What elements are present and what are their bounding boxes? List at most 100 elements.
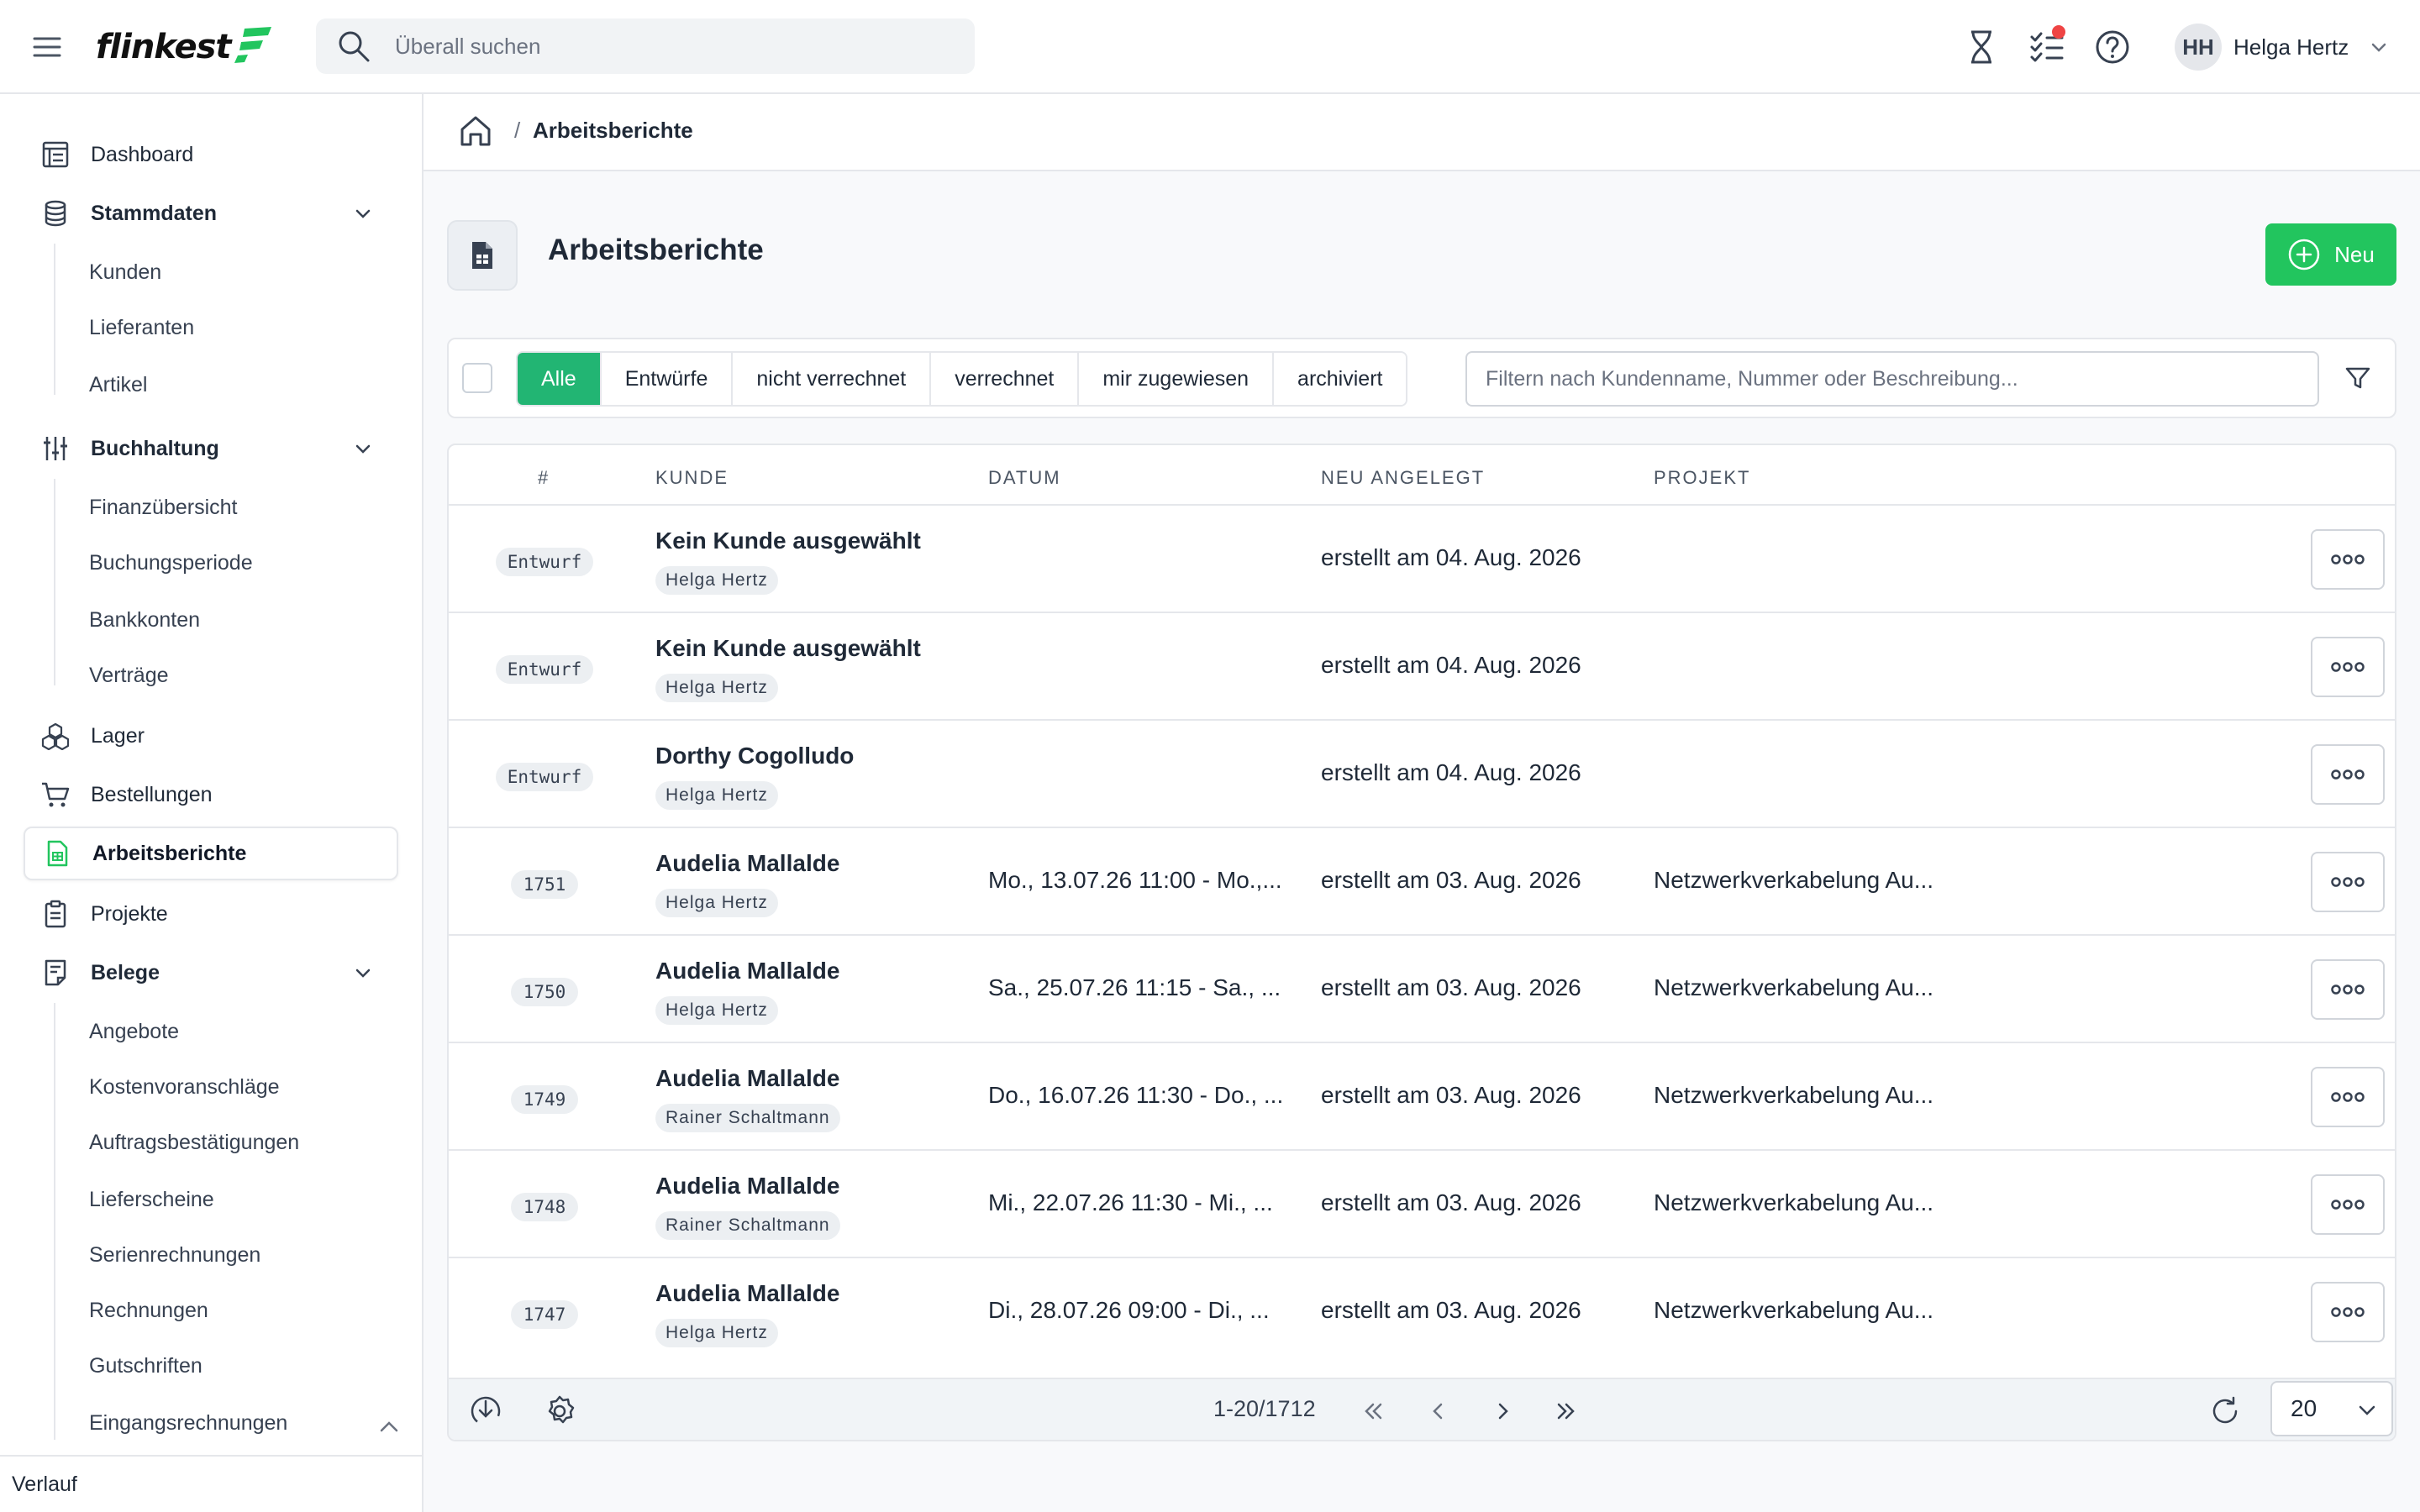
sidebar-item-lager[interactable]: Lager: [24, 709, 398, 763]
previous-page-icon[interactable]: [1427, 1399, 1450, 1423]
page-title: Arbeitsberichte: [548, 234, 764, 266]
tab-alle[interactable]: Alle: [518, 353, 602, 405]
table-row[interactable]: 1751 Audelia Mallalde Helga Hertz Mo., 1…: [449, 828, 2395, 936]
filter-funnel-icon[interactable]: [2343, 363, 2373, 393]
sidebar-item-arbeitsberichte[interactable]: Arbeitsberichte: [24, 827, 398, 880]
hamburger-menu-icon[interactable]: [30, 30, 64, 64]
sidebar-item-kostenvoranschlaege[interactable]: Kostenvoranschläge: [89, 1063, 280, 1110]
last-page-icon[interactable]: [1555, 1399, 1578, 1423]
sidebar-item-stammdaten[interactable]: Stammdaten: [24, 186, 398, 240]
table-row[interactable]: 1748 Audelia Mallalde Rainer Schaltmann …: [449, 1151, 2395, 1258]
sidebar-item-bestellungen[interactable]: Bestellungen: [24, 768, 398, 822]
tab-entwuerfe[interactable]: Entwürfe: [601, 353, 734, 405]
assignee-tag: Helga Hertz: [655, 889, 778, 917]
sidebar-item-label: Belege: [91, 960, 160, 984]
row-actions-button[interactable]: [2311, 1282, 2385, 1342]
date-range: Mo., 13.07.26 11:00 - Mo.,...: [988, 867, 1282, 893]
filter-search-input[interactable]: [1465, 351, 2319, 407]
column-header-neu-angelegt[interactable]: NEU ANGELEGT: [1321, 467, 1485, 489]
table-header: # KUNDE DATUM NEU ANGELEGT PROJEKT: [449, 445, 2395, 506]
help-icon[interactable]: [2092, 27, 2133, 67]
row-actions-button[interactable]: [2311, 637, 2385, 697]
column-header-number[interactable]: #: [538, 467, 550, 489]
new-button[interactable]: Neu: [2265, 223, 2396, 286]
global-search-input[interactable]: [393, 32, 939, 60]
report-number-badge: 1748: [511, 1193, 578, 1221]
tab-mir-zugewiesen[interactable]: mir zugewiesen: [1079, 353, 1275, 405]
assignee-tag: Helga Hertz: [655, 781, 778, 810]
sidebar-item-bankkonten[interactable]: Bankkonten: [89, 596, 200, 643]
next-page-icon[interactable]: [1491, 1399, 1514, 1423]
sidebar-item-dashboard[interactable]: Dashboard: [24, 128, 398, 181]
home-icon[interactable]: [457, 113, 497, 153]
sidebar-item-belege[interactable]: Belege: [24, 946, 398, 1000]
table-row[interactable]: 1747 Audelia Mallalde Helga Hertz Di., 2…: [449, 1258, 2395, 1366]
sidebar-item-lieferscheine[interactable]: Lieferscheine: [89, 1176, 214, 1223]
sidebar-item-kunden[interactable]: Kunden: [89, 249, 161, 296]
tab-verrechnet[interactable]: verrechnet: [931, 353, 1080, 405]
sidebar-item-gutschriften[interactable]: Gutschriften: [89, 1342, 203, 1389]
more-horizontal-icon: [2331, 1200, 2365, 1210]
row-actions-button[interactable]: [2311, 1067, 2385, 1127]
row-actions-button[interactable]: [2311, 529, 2385, 590]
sidebar-item-rechnungen[interactable]: Rechnungen: [89, 1287, 208, 1334]
sidebar-item-projekte[interactable]: Projekte: [24, 887, 398, 941]
table-row[interactable]: Entwurf Kein Kunde ausgewählt Helga Hert…: [449, 613, 2395, 721]
assignee-tag: Rainer Schaltmann: [655, 1211, 840, 1240]
first-page-icon[interactable]: [1361, 1399, 1385, 1423]
logo-mark-icon: [233, 24, 275, 66]
sidebar-item-serienrechnungen[interactable]: Serienrechnungen: [89, 1231, 260, 1278]
date-range: Mi., 22.07.26 11:30 - Mi., ...: [988, 1189, 1273, 1215]
row-actions-button[interactable]: [2311, 1174, 2385, 1235]
sidebar-item-vertraege[interactable]: Verträge: [89, 652, 169, 699]
assignee-tag: Rainer Schaltmann: [655, 1104, 840, 1132]
settings-gear-icon[interactable]: [543, 1394, 576, 1428]
refresh-icon[interactable]: [2208, 1394, 2242, 1428]
row-actions-button[interactable]: [2311, 959, 2385, 1020]
page-size-value: 20: [2291, 1395, 2317, 1421]
date-range: Sa., 25.07.26 11:15 - Sa., ...: [988, 974, 1281, 1000]
table-row[interactable]: 1750 Audelia Mallalde Helga Hertz Sa., 2…: [449, 936, 2395, 1043]
history-panel-toggle[interactable]: Verlauf: [0, 1455, 422, 1512]
row-actions-button[interactable]: [2311, 744, 2385, 805]
tab-nicht-verrechnet[interactable]: nicht verrechnet: [733, 353, 932, 405]
sidebar-item-buchungsperiode[interactable]: Buchungsperiode: [89, 539, 253, 586]
flinkest-logo[interactable]: flinkest: [96, 24, 275, 71]
sidebar: Dashboard Stammdaten Kunden Lieferanten …: [0, 94, 424, 1512]
chevron-up-icon[interactable]: [376, 1415, 402, 1440]
column-header-kunde[interactable]: KUNDE: [655, 467, 729, 489]
download-icon[interactable]: [469, 1394, 502, 1428]
row-actions-button[interactable]: [2311, 852, 2385, 912]
hourglass-icon[interactable]: [1961, 27, 2002, 67]
more-horizontal-icon: [2331, 769, 2365, 780]
sidebar-item-artikel[interactable]: Artikel: [89, 361, 147, 408]
dashboard-icon: [39, 138, 72, 171]
customer-name: Audelia Mallalde: [655, 850, 840, 876]
page-size-select[interactable]: 20: [2270, 1381, 2393, 1436]
table-row[interactable]: 1749 Audelia Mallalde Rainer Schaltmann …: [449, 1043, 2395, 1151]
sidebar-item-label: Stammdaten: [91, 201, 218, 225]
sidebar-item-lieferanten[interactable]: Lieferanten: [89, 304, 194, 351]
sidebar-item-label: Lager: [91, 723, 145, 748]
select-all-checkbox[interactable]: [462, 363, 492, 393]
created-date: erstellt am 04. Aug. 2026: [1321, 759, 1581, 785]
table-row[interactable]: Entwurf Kein Kunde ausgewählt Helga Hert…: [449, 506, 2395, 613]
reports-table: # KUNDE DATUM NEU ANGELEGT PROJEKT Entwu…: [447, 444, 2396, 1441]
sidebar-item-finanzuebersicht[interactable]: Finanzübersicht: [89, 484, 237, 531]
customer-name: Kein Kunde ausgewählt: [655, 528, 921, 554]
column-header-datum[interactable]: DATUM: [988, 467, 1061, 489]
tasks-icon[interactable]: [2027, 25, 2067, 67]
sliders-icon: [39, 432, 72, 465]
chevron-down-icon: [355, 444, 371, 454]
table-row[interactable]: Entwurf Dorthy Cogolludo Helga Hertz ers…: [449, 721, 2395, 828]
more-horizontal-icon: [2331, 984, 2365, 995]
sidebar-item-eingangsrechnungen[interactable]: Eingangsrechnungen: [89, 1399, 287, 1446]
sidebar-item-auftragsbestaetigungen[interactable]: Auftragsbestätigungen: [89, 1119, 299, 1166]
global-search[interactable]: [316, 18, 975, 74]
column-header-projekt[interactable]: PROJEKT: [1654, 467, 1750, 489]
tab-archiviert[interactable]: archiviert: [1274, 353, 1407, 405]
sidebar-item-buchhaltung[interactable]: Buchhaltung: [24, 422, 398, 475]
user-menu[interactable]: HH Helga Hertz: [2175, 24, 2389, 71]
assignee-tag: Helga Hertz: [655, 566, 778, 595]
sidebar-item-angebote[interactable]: Angebote: [89, 1008, 179, 1055]
